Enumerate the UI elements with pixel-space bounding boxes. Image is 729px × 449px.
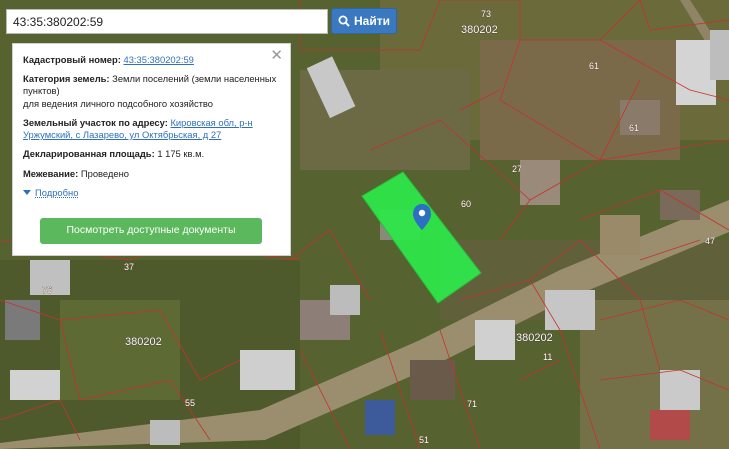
details-label: Подробно	[35, 186, 79, 198]
details-toggle[interactable]: Подробно	[23, 187, 280, 199]
view-documents-button[interactable]: Посмотреть доступные документы	[40, 218, 262, 244]
map-label: 27	[512, 164, 522, 174]
map-label: 47	[705, 236, 715, 246]
map-label: 60	[461, 199, 471, 209]
search-button-label: Найти	[354, 14, 390, 28]
map-label: 380202	[125, 336, 162, 348]
close-icon[interactable]: ✕	[270, 48, 283, 63]
map-label: 61	[589, 61, 599, 71]
map-label: 11	[543, 352, 552, 362]
map-label: 380202	[461, 24, 498, 36]
map-label: 61	[629, 123, 639, 133]
search-icon	[338, 15, 350, 27]
map-label: 71	[467, 399, 477, 409]
cadastral-number-link[interactable]: 43:35:380202:59	[123, 54, 193, 65]
land-category-label: Категория земель:	[23, 73, 110, 85]
survey-row: Межевание: Проведено	[23, 168, 280, 180]
parcel-info-panel: ✕ Кадастровый номер: 43:35:380202:59 Кат…	[12, 43, 291, 256]
cadastral-number-row: Кадастровый номер: 43:35:380202:59	[23, 54, 280, 66]
area-value: 1 175 кв.м.	[157, 148, 205, 160]
map-label: 380202	[516, 332, 553, 344]
survey-value: Проведено	[80, 167, 129, 179]
land-category-row: Категория земель: Земли поселений (земли…	[23, 73, 280, 110]
map-label: 76	[42, 285, 52, 295]
map-label: 73	[481, 9, 491, 19]
area-row: Декларированная площадь: 1 175 кв.м.	[23, 148, 280, 160]
survey-label: Межевание:	[23, 167, 79, 179]
search-button[interactable]: Найти	[331, 8, 397, 34]
map-label: 51	[419, 435, 429, 445]
map-label: 55	[185, 398, 195, 408]
cadastral-number-label: Кадастровый номер:	[23, 54, 121, 65]
chevron-down-icon	[23, 190, 31, 196]
address-label: Земельный участок по адресу:	[23, 116, 168, 128]
land-use-value: для ведения личного подсобного хозяйство	[23, 97, 214, 109]
map-label: 37	[124, 262, 134, 272]
address-row: Земельный участок по адресу: Кировская о…	[23, 117, 280, 141]
area-label: Декларированная площадь:	[23, 148, 155, 160]
search-input[interactable]: 43:35:380202:59	[6, 9, 328, 34]
